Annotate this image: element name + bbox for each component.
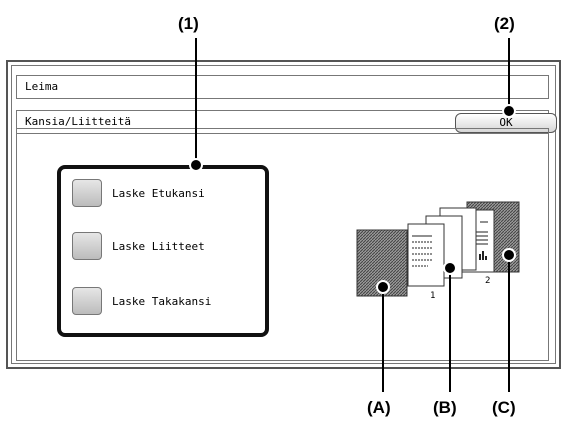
callout-B: (B)	[433, 398, 457, 417]
page-number-2: 2	[485, 276, 490, 286]
callout-1-dot	[189, 158, 203, 172]
callout-C: (C)	[492, 398, 516, 417]
callout-2-dot	[502, 104, 516, 118]
insert-sheet-1	[407, 223, 445, 287]
callout-A-dot	[376, 280, 390, 294]
callout-B-dot	[443, 261, 457, 275]
page-number-1: 1	[430, 291, 435, 301]
callout-A: (A)	[367, 398, 391, 417]
callout-C-dot	[502, 248, 516, 262]
callout-leaders: 1 2	[189, 38, 520, 392]
